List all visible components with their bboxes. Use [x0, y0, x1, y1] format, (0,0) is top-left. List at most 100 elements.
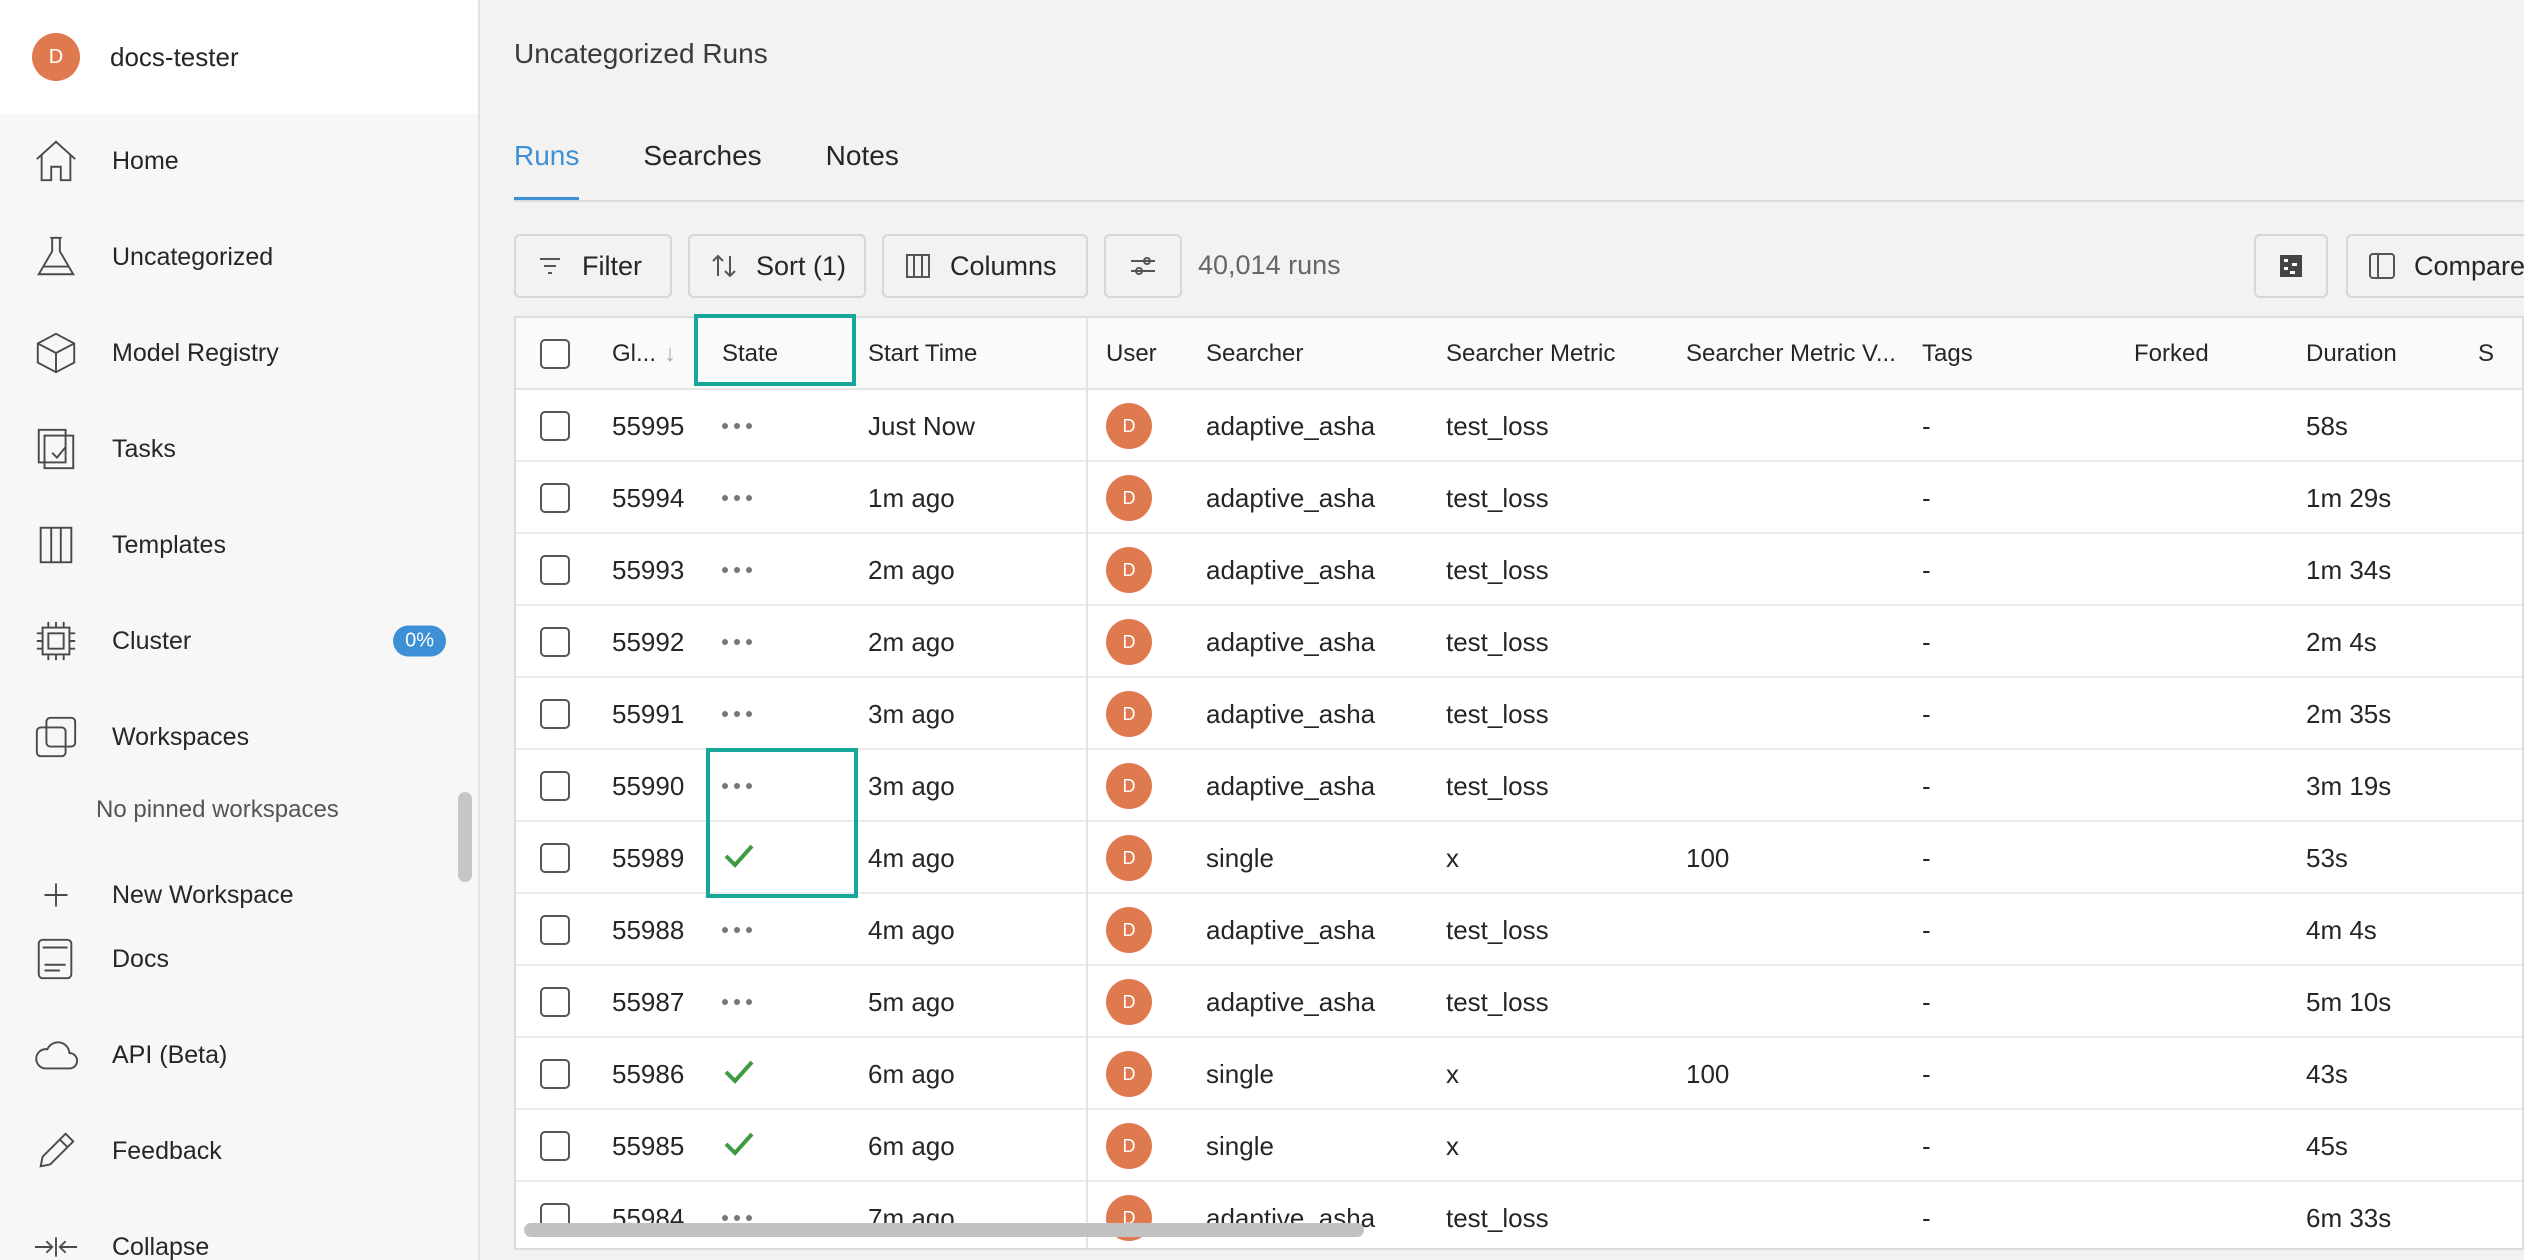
searcher-cell: adaptive_asha — [1206, 1202, 1376, 1233]
start-time-cell: 6m ago — [868, 1130, 955, 1161]
row-checkbox[interactable] — [540, 1131, 570, 1161]
tab-runs[interactable]: Runs — [514, 140, 580, 200]
flask-icon — [32, 233, 80, 281]
row-checkbox[interactable] — [540, 627, 570, 657]
cloud-icon — [32, 1031, 80, 1079]
searcher-metric-cell: x — [1446, 842, 1459, 873]
start-time-cell: 2m ago — [868, 626, 955, 657]
table-header: Gl... ↓ State Start Time User Searcher Se… — [516, 318, 2522, 390]
user-cell: D — [1106, 966, 1152, 1038]
row-checkbox[interactable] — [540, 915, 570, 945]
table-row[interactable]: 55992 2m ago Dadaptive_asha test_loss - 2m 4s — [516, 606, 2522, 678]
run-count: 40,014 runs — [1198, 250, 1341, 280]
user-cell: D — [1106, 750, 1152, 822]
column-header-state[interactable]: State — [722, 318, 842, 390]
sidebar-item-label: Model Registry — [112, 338, 279, 367]
column-header-duration[interactable]: Duration — [2306, 318, 2456, 390]
searcher-cell: adaptive_asha — [1206, 698, 1376, 729]
table-row[interactable]: 55984 7m ago Dadaptive_asha test_loss - 6m 33… — [516, 1182, 2522, 1248]
row-checkbox[interactable] — [540, 699, 570, 729]
filter-button[interactable]: Filter — [514, 234, 672, 298]
table-row[interactable]: 55988 4m ago Dadaptive_asha test_loss - 4m 4s — [516, 894, 2522, 966]
table-row[interactable]: 55995 Just Now Dadaptive_asha test_loss - 58s — [516, 390, 2522, 462]
searcher-metric-cell: test_loss — [1446, 1202, 1549, 1233]
user-avatar[interactable]: D — [1106, 475, 1152, 521]
column-header-user[interactable]: User — [1106, 318, 1176, 390]
sidebar-item-templates[interactable]: Templates — [0, 497, 478, 593]
column-header-id[interactable]: Gl... ↓ — [612, 318, 692, 390]
searcher-metric-cell: test_loss — [1446, 986, 1549, 1017]
compare-button[interactable]: Compare — [2346, 234, 2524, 298]
sidebar-item-model-registry[interactable]: Model Registry — [0, 305, 478, 401]
user-avatar[interactable]: D — [1106, 691, 1152, 737]
row-checkbox[interactable] — [540, 1059, 570, 1089]
duration-cell: 6m 33s — [2306, 1202, 2392, 1233]
running-dots-icon — [722, 999, 752, 1005]
table-row[interactable]: 55994 1m ago Dadaptive_asha test_loss - 1m 29… — [516, 462, 2522, 534]
tab-searches[interactable]: Searches — [643, 140, 761, 200]
column-header-searcher[interactable]: Searcher — [1206, 318, 1426, 390]
sidebar-scrollbar[interactable] — [458, 792, 472, 882]
row-checkbox[interactable] — [540, 987, 570, 1017]
user-avatar[interactable]: D — [1106, 547, 1152, 593]
table-row[interactable]: 55987 5m ago Dadaptive_asha test_loss - 5m 10… — [516, 966, 2522, 1038]
sidebar-item-tasks[interactable]: Tasks — [0, 401, 478, 497]
row-checkbox[interactable] — [540, 483, 570, 513]
user-avatar[interactable]: D — [1106, 1051, 1152, 1097]
table-toolbar: Filter Sort (1) Columns 40,014 runs Comp… — [514, 234, 2524, 298]
table-row[interactable]: 55989 4m ago Dsingle x 100 - 53s — [516, 822, 2522, 894]
user-cell: D — [1106, 390, 1152, 462]
searcher-cell: adaptive_asha — [1206, 410, 1376, 441]
column-header-forked[interactable]: Forked — [2134, 318, 2284, 390]
user-avatar[interactable]: D — [1106, 835, 1152, 881]
tab-notes[interactable]: Notes — [826, 140, 899, 200]
user-avatar[interactable]: D — [1106, 1123, 1152, 1169]
user-cell: D — [1106, 534, 1152, 606]
collapse-icon — [32, 1223, 80, 1260]
running-dots-icon — [722, 711, 752, 717]
start-time-cell: 6m ago — [868, 1058, 955, 1089]
column-header-start-time[interactable]: Start Time — [868, 318, 1068, 390]
row-checkbox[interactable] — [540, 843, 570, 873]
options-button[interactable] — [1104, 234, 1182, 298]
sidebar-item-docs[interactable]: Docs — [0, 911, 478, 1007]
sidebar-item-api[interactable]: API (Beta) — [0, 1007, 478, 1103]
sort-button[interactable]: Sort (1) — [688, 234, 866, 298]
searcher-cell: single — [1206, 1130, 1274, 1161]
column-header-truncated[interactable]: S — [2478, 318, 2518, 390]
sidebar-item-workspaces[interactable]: Workspaces — [0, 689, 478, 785]
row-checkbox[interactable] — [540, 411, 570, 441]
sidebar-item-feedback[interactable]: Feedback — [0, 1103, 478, 1199]
user-avatar[interactable]: D — [1106, 619, 1152, 665]
user-avatar[interactable]: D — [1106, 763, 1152, 809]
columns-button[interactable]: Columns — [882, 234, 1088, 298]
searcher-metric-cell: test_loss — [1446, 626, 1549, 657]
start-time-cell: 5m ago — [868, 986, 955, 1017]
table-row[interactable]: 55991 3m ago Dadaptive_asha test_loss - 2m 35… — [516, 678, 2522, 750]
row-checkbox[interactable] — [540, 771, 570, 801]
column-header-searcher-metric[interactable]: Searcher Metric — [1446, 318, 1666, 390]
user-avatar[interactable]: D — [1106, 979, 1152, 1025]
select-all-checkbox[interactable] — [540, 339, 570, 369]
table-row[interactable]: 55993 2m ago Dadaptive_asha test_loss - 1m 34… — [516, 534, 2522, 606]
user-avatar[interactable]: D — [1106, 907, 1152, 953]
row-checkbox[interactable] — [540, 555, 570, 585]
searcher-metric-value-cell: 100 — [1686, 1058, 1730, 1089]
state-cell — [722, 750, 752, 822]
sidebar-collapse-button[interactable]: Collapse — [0, 1199, 478, 1260]
sidebar-item-cluster[interactable]: Cluster 0% — [0, 593, 478, 689]
user-avatar[interactable]: D — [1106, 403, 1152, 449]
table-row[interactable]: 55985 6m ago Dsingle x - 45s — [516, 1110, 2522, 1182]
sidebar-item-uncategorized[interactable]: Uncategorized — [0, 209, 478, 305]
table-horizontal-scrollbar[interactable] — [524, 1223, 1364, 1237]
column-header-tags[interactable]: Tags — [1922, 318, 2102, 390]
user-menu[interactable]: D docs-tester — [0, 0, 478, 114]
sidebar-item-label: API (Beta) — [112, 1040, 228, 1069]
column-header-searcher-metric-value[interactable]: Searcher Metric V... — [1686, 318, 1916, 390]
run-id-cell: 55984 — [612, 1202, 685, 1233]
table-row[interactable]: 55986 6m ago Dsingle x 100 - 43s — [516, 1038, 2522, 1110]
table-row[interactable]: 55990 3m ago Dadaptive_asha test_loss - 3m 19… — [516, 750, 2522, 822]
heatmap-toggle-button[interactable] — [2254, 234, 2328, 298]
sidebar-item-home[interactable]: Home — [0, 113, 478, 209]
pencil-icon — [32, 1127, 80, 1175]
